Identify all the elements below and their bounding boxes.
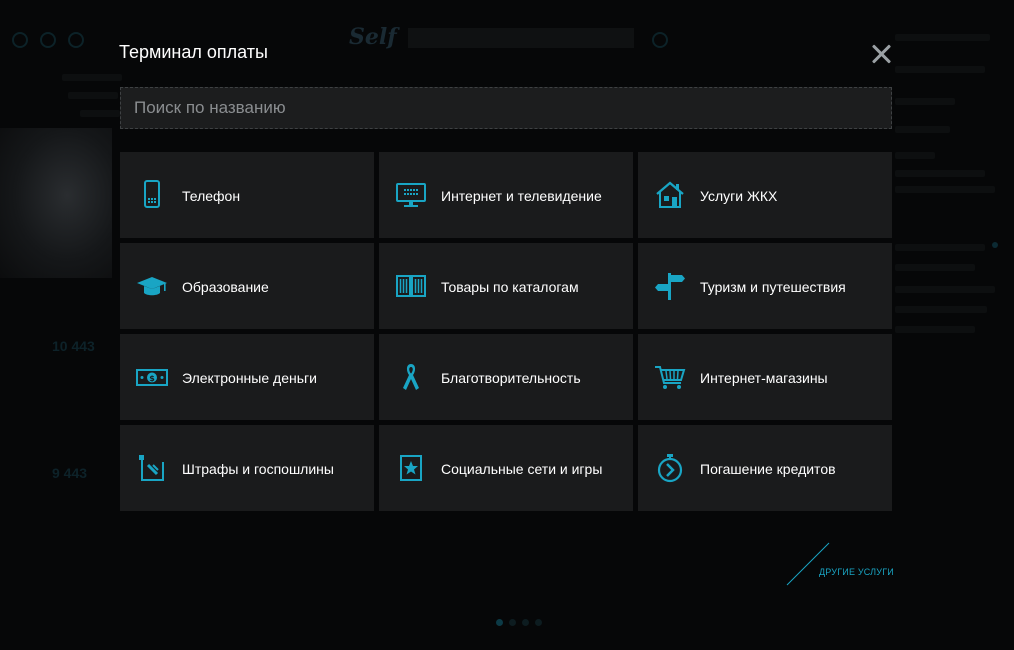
tile-catalog-goods[interactable]: Товары по каталогам (379, 243, 633, 329)
fine-ticket-icon (136, 453, 168, 483)
phone-icon (136, 180, 168, 210)
bg-icon (68, 32, 84, 48)
catalog-book-icon (395, 271, 427, 301)
tile-tourism[interactable]: Туризм и путешествия (638, 243, 892, 329)
tile-internet-tv[interactable]: Интернет и телевидение (379, 152, 633, 238)
bg-icon (12, 32, 28, 48)
bg-icon (40, 32, 56, 48)
pager-dot (522, 619, 529, 626)
pager-dot (509, 619, 516, 626)
shopping-cart-icon (654, 362, 686, 392)
tile-phone[interactable]: Телефон (120, 152, 374, 238)
tile-charity[interactable]: Благотворительность (379, 334, 633, 420)
social-star-icon (395, 453, 427, 483)
signpost-icon (654, 271, 686, 301)
svg-text:$: $ (149, 374, 155, 383)
stopwatch-icon (654, 453, 686, 483)
money-bill-icon: $ (136, 362, 168, 392)
tile-label: Товары по каталогам (441, 279, 579, 295)
bg-dot (992, 242, 998, 248)
tile-label: Услуги ЖКХ (700, 188, 778, 204)
tile-loan-repayment[interactable]: Погашение кредитов (638, 425, 892, 511)
close-button[interactable] (867, 40, 895, 68)
pager-dot (535, 619, 542, 626)
tile-label: Телефон (182, 188, 241, 204)
tile-label: Электронные деньги (182, 370, 317, 386)
slash-decoration (786, 542, 830, 586)
tile-label: Штрафы и госпошлины (182, 461, 334, 477)
tile-label: Туризм и путешествия (700, 279, 846, 295)
bg-number: 10 443 (52, 338, 95, 354)
tile-fines[interactable]: Штрафы и госпошлины (120, 425, 374, 511)
tile-e-money[interactable]: $ Электронные деньги (120, 334, 374, 420)
background-pager (496, 619, 542, 626)
monitor-icon (395, 180, 427, 210)
tile-education[interactable]: Образование (120, 243, 374, 329)
tile-label: Благотворительность (441, 370, 581, 386)
tile-label: Образование (182, 279, 269, 295)
tile-online-shops[interactable]: Интернет-магазины (638, 334, 892, 420)
tile-utilities[interactable]: Услуги ЖКХ (638, 152, 892, 238)
other-services: ДРУГИЕ УСЛУГИ (786, 542, 896, 586)
tile-label: Социальные сети и игры (441, 461, 603, 477)
graduation-cap-icon (136, 271, 168, 301)
modal-title: Терминал оплаты (119, 42, 268, 62)
bg-number: 9 443 (52, 465, 88, 481)
pager-dot (496, 619, 503, 626)
ribbon-icon (395, 362, 427, 392)
tile-label: Интернет-магазины (700, 370, 828, 386)
bg-avatar (0, 128, 112, 278)
category-grid: Телефон Интернет и телевидение Услуги ЖК… (120, 152, 892, 511)
tile-social-games[interactable]: Социальные сети и игры (379, 425, 633, 511)
search-input[interactable] (120, 87, 892, 129)
tile-label: Погашение кредитов (700, 461, 836, 477)
house-icon (654, 180, 686, 210)
payment-terminal-modal: Терминал оплаты Телефон Интернет и телев… (100, 30, 912, 600)
tile-label: Интернет и телевидение (441, 188, 602, 204)
other-services-link[interactable]: ДРУГИЕ УСЛУГИ (819, 567, 894, 577)
